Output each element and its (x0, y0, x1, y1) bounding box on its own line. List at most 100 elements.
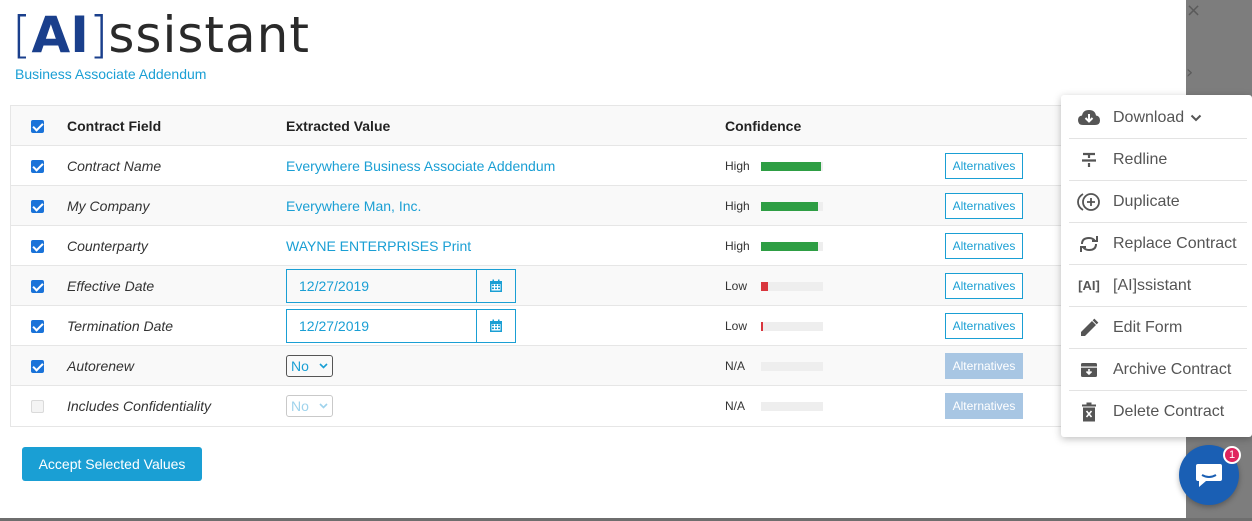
confidence-label: Low (725, 319, 748, 333)
row-checkbox[interactable] (31, 239, 44, 253)
table-row: Counterparty WAYNE ENTERPRISES Print Hig… (11, 226, 1109, 266)
alternatives-cell: Alternatives (945, 346, 1025, 386)
confidence-cell: High (725, 146, 925, 186)
menu-item-label: Delete Contract (1113, 403, 1225, 420)
confidence-label: N/A (725, 359, 746, 373)
date-picker[interactable]: 12/27/2019 (286, 269, 516, 303)
menu-item-archive-contract[interactable]: Archive Contract (1069, 349, 1247, 391)
row-checkbox[interactable] (31, 399, 44, 413)
assistant-modal: [ AI ] ssistant Business Associate Adden… (0, 0, 1186, 519)
refresh-icon (1075, 233, 1103, 255)
date-input[interactable]: 12/27/2019 (287, 270, 477, 302)
menu-item-replace-contract[interactable]: Replace Contract (1069, 223, 1247, 265)
alternatives-button[interactable]: Alternatives (945, 193, 1023, 219)
confidence-bar-fill (761, 161, 821, 171)
chat-unread-badge: 1 (1223, 446, 1241, 464)
menu-item-label: Replace Contract (1113, 234, 1237, 252)
contract-field-label: Autorenew (67, 358, 134, 374)
table-row: Effective Date 12/27/2019 Low Alternativ… (11, 266, 1109, 306)
alternatives-button: Alternatives (945, 353, 1023, 379)
table-row: My Company Everywhere Man, Inc. High Alt… (11, 186, 1109, 226)
row-checkbox[interactable] (31, 199, 44, 213)
row-checkbox[interactable] (31, 359, 44, 373)
date-input[interactable]: 12/27/2019 (287, 310, 477, 342)
menu-item-redline[interactable]: Redline (1069, 139, 1247, 181)
logo-ai: AI (31, 6, 89, 64)
select-all-checkbox-cell[interactable] (31, 106, 47, 146)
menu-item-download[interactable]: Download (1069, 97, 1247, 139)
chevron-down-icon (319, 363, 328, 369)
row-checkbox-cell[interactable] (31, 346, 47, 386)
confidence-bar-fill (761, 321, 763, 331)
select-all-checkbox[interactable] (31, 119, 44, 133)
menu-item-edit-form[interactable]: Edit Form (1069, 307, 1247, 349)
extracted-value: Everywhere Man, Inc. (286, 186, 706, 226)
calendar-button[interactable] (477, 310, 515, 342)
row-checkbox[interactable] (31, 279, 44, 293)
date-picker[interactable]: 12/27/2019 (286, 309, 516, 343)
chevron-down-icon (1190, 114, 1202, 121)
confidence-label: High (725, 239, 750, 253)
extracted-value: No (286, 346, 706, 386)
alternatives-cell: Alternatives (945, 146, 1025, 186)
contract-field-label: My Company (67, 198, 150, 214)
row-checkbox-cell[interactable] (31, 306, 47, 346)
menu-item-label: Duplicate (1113, 192, 1180, 210)
alternatives-cell: Alternatives (945, 306, 1025, 346)
ai-icon: [AI] (1075, 275, 1103, 297)
alternatives-button[interactable]: Alternatives (945, 153, 1023, 179)
contract-subtitle: Business Associate Addendum (15, 66, 207, 82)
cloud-download-icon (1075, 107, 1103, 129)
contract-field-label: Effective Date (67, 278, 155, 294)
logo-text: ssistant (108, 6, 310, 64)
calendar-icon (490, 279, 502, 292)
table-row: Includes Confidentiality No N/A Alternat… (11, 386, 1109, 426)
confidence-bar (761, 321, 823, 331)
contract-field-label: Contract Name (67, 158, 162, 174)
close-icon: × (1186, 0, 1202, 21)
contract-field-label: Termination Date (67, 318, 174, 334)
row-checkbox[interactable] (31, 319, 44, 333)
menu-item-duplicate[interactable]: Duplicate (1069, 181, 1247, 223)
menu-item-ai-ssistant[interactable]: [AI] [AI]ssistant (1069, 265, 1247, 307)
menu-item-label: Archive Contract (1113, 360, 1232, 378)
alternatives-button: Alternatives (945, 393, 1023, 419)
calendar-button[interactable] (477, 270, 515, 302)
trash-icon (1075, 401, 1103, 423)
confidence-cell: High (725, 226, 925, 266)
extracted-value: 12/27/2019 (286, 306, 706, 346)
row-checkbox-cell[interactable] (31, 226, 47, 266)
menu-item-label: Download (1113, 108, 1185, 126)
row-checkbox-cell[interactable] (31, 266, 47, 306)
alternatives-cell: Alternatives (945, 386, 1025, 426)
assistant-logo: [ AI ] ssistant (12, 4, 310, 66)
accept-selected-values-button[interactable]: Accept Selected Values (22, 447, 202, 481)
contract-actions-menu: Download Redline Duplicate Replace Contr… (1061, 95, 1252, 437)
confidence-bar (761, 241, 823, 251)
extracted-value-text: Everywhere Man, Inc. (286, 198, 422, 214)
confidence-bar (761, 401, 823, 411)
confidence-cell: High (725, 186, 925, 226)
row-checkbox-cell[interactable] (31, 146, 47, 186)
alternatives-button[interactable]: Alternatives (945, 313, 1023, 339)
alternatives-button[interactable]: Alternatives (945, 233, 1023, 259)
row-checkbox-cell[interactable] (31, 386, 47, 426)
menu-item-delete-contract[interactable]: Delete Contract (1069, 391, 1247, 433)
confidence-bar (761, 161, 823, 171)
confidence-bar-fill (761, 201, 818, 211)
select-value: No (291, 398, 309, 414)
confidence-cell: N/A (725, 346, 925, 386)
logo-bracket-open: [ (12, 6, 32, 64)
confidence-cell: Low (725, 306, 925, 346)
row-checkbox-cell[interactable] (31, 186, 47, 226)
extraction-table: Contract Field Extracted Value Confidenc… (10, 105, 1110, 427)
archive-icon (1075, 359, 1103, 381)
header-confidence: Confidence (725, 118, 802, 134)
alternatives-button[interactable]: Alternatives (945, 273, 1023, 299)
value-select[interactable]: No (286, 355, 333, 377)
logo-bracket-close: ] (88, 6, 109, 64)
plus-circle-icon (1075, 191, 1103, 213)
row-checkbox[interactable] (31, 159, 44, 173)
strikethrough-icon (1075, 149, 1103, 171)
table-row: Contract Name Everywhere Business Associ… (11, 146, 1109, 186)
